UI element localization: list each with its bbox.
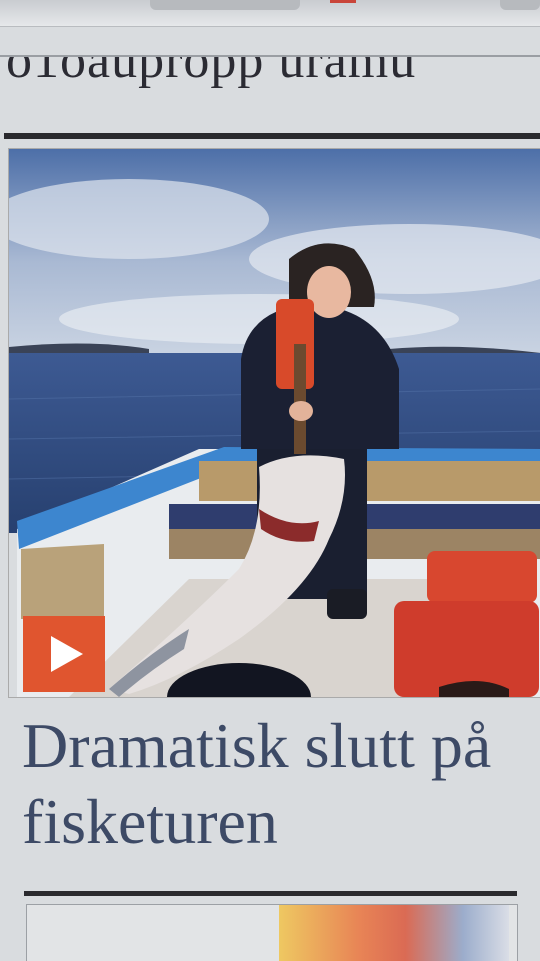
next-article-card[interactable] (26, 904, 518, 961)
article-headline[interactable]: Dramatisk slutt på fisketuren (22, 708, 532, 860)
section-divider (24, 891, 517, 896)
previous-article-headline[interactable]: o1oaupropp uramu (0, 55, 540, 97)
tab[interactable] (500, 0, 540, 10)
next-article-thumbnail[interactable] (279, 905, 509, 961)
section-divider (4, 133, 540, 139)
tab-accent (330, 0, 356, 3)
browser-top-strip (0, 0, 540, 27)
video-play-button[interactable] (23, 616, 105, 692)
play-icon (51, 636, 83, 672)
tab[interactable] (150, 0, 300, 10)
previous-article-headline-text: o1oaupropp uramu (6, 55, 417, 89)
